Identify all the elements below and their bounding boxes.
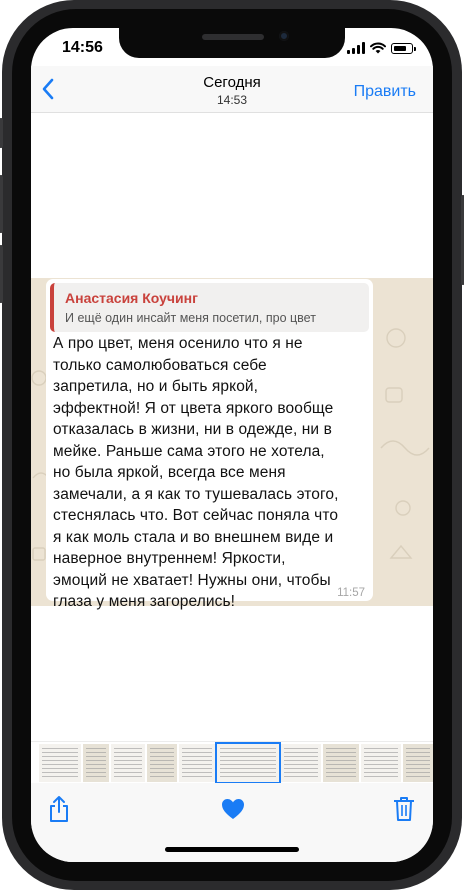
status-icons xyxy=(347,40,416,54)
message-time: 11:57 xyxy=(337,587,365,599)
message-line: я как моль стала и во внешнем виде и xyxy=(53,528,334,546)
quote-text: И ещё один инсайт меня посетил, про цвет xyxy=(65,311,316,325)
share-icon[interactable] xyxy=(48,795,70,823)
message-line: наверное внутреннем! Яркости, xyxy=(53,550,286,567)
screen: 14:56 Сегодня 14:53 Править Анастасия Ко… xyxy=(31,28,433,862)
message-line: эмоций не хватает! Нужны они, чтобы xyxy=(53,571,331,589)
photo-content: Анастасия Коучинг И ещё один инсайт меня… xyxy=(31,278,433,610)
wifi-icon xyxy=(370,42,386,54)
message-text: А про цвет, меня осенило что я не только… xyxy=(53,333,371,613)
edit-button[interactable]: Править xyxy=(354,83,416,101)
message-line: глаза у меня загорелись! xyxy=(53,593,236,610)
thumbnail-current[interactable] xyxy=(215,742,281,784)
message-line: отказалась в жизни, ни в одежде, ни в xyxy=(53,421,332,438)
thumbnail[interactable] xyxy=(111,744,145,782)
mute-switch xyxy=(0,118,3,148)
message-line: замечали, а я как то тушевалась этого, xyxy=(53,485,339,503)
navigation-bar: Сегодня 14:53 Править xyxy=(31,66,433,113)
home-indicator xyxy=(165,847,299,852)
status-time: 14:56 xyxy=(62,39,103,56)
volume-down-button xyxy=(0,245,3,303)
message-line: стеснялась что. Вот сейчас поняла что xyxy=(53,507,339,524)
battery-icon xyxy=(391,43,416,54)
thumbnail[interactable] xyxy=(83,744,109,782)
message-bubble: Анастасия Коучинг И ещё один инсайт меня… xyxy=(46,279,373,610)
message-line: А про цвет, меня осенило что я не xyxy=(53,335,303,352)
quoted-message: Анастасия Коучинг И ещё один инсайт меня… xyxy=(50,283,369,332)
notch xyxy=(119,28,345,58)
volume-up-button xyxy=(0,175,3,233)
thumbnail[interactable] xyxy=(361,744,401,782)
trash-icon[interactable] xyxy=(393,796,415,822)
thumbnail-strip[interactable] xyxy=(31,741,433,784)
message-line: но была яркой, всегда все меня xyxy=(53,464,286,481)
heart-icon[interactable] xyxy=(221,798,245,820)
cellular-signal-icon xyxy=(347,42,365,54)
thumbnail[interactable] xyxy=(147,744,177,782)
thumbnail[interactable] xyxy=(323,744,359,782)
message-line: мейке. Раньше сама этого не хотела, xyxy=(53,442,325,460)
thumbnail[interactable] xyxy=(39,744,81,782)
message-line: только самолюбоваться себе xyxy=(53,356,267,374)
speaker-grille xyxy=(202,34,264,40)
message-line: эффектной! Я от цвета яркого вообще xyxy=(53,399,334,417)
thumbnail[interactable] xyxy=(281,744,321,782)
quote-author: Анастасия Коучинг xyxy=(65,290,198,306)
thumbnail[interactable] xyxy=(403,744,433,782)
message-line: запретила, но и быть яркой, xyxy=(53,378,259,395)
front-camera xyxy=(279,31,289,41)
thumbnail[interactable] xyxy=(179,744,215,782)
